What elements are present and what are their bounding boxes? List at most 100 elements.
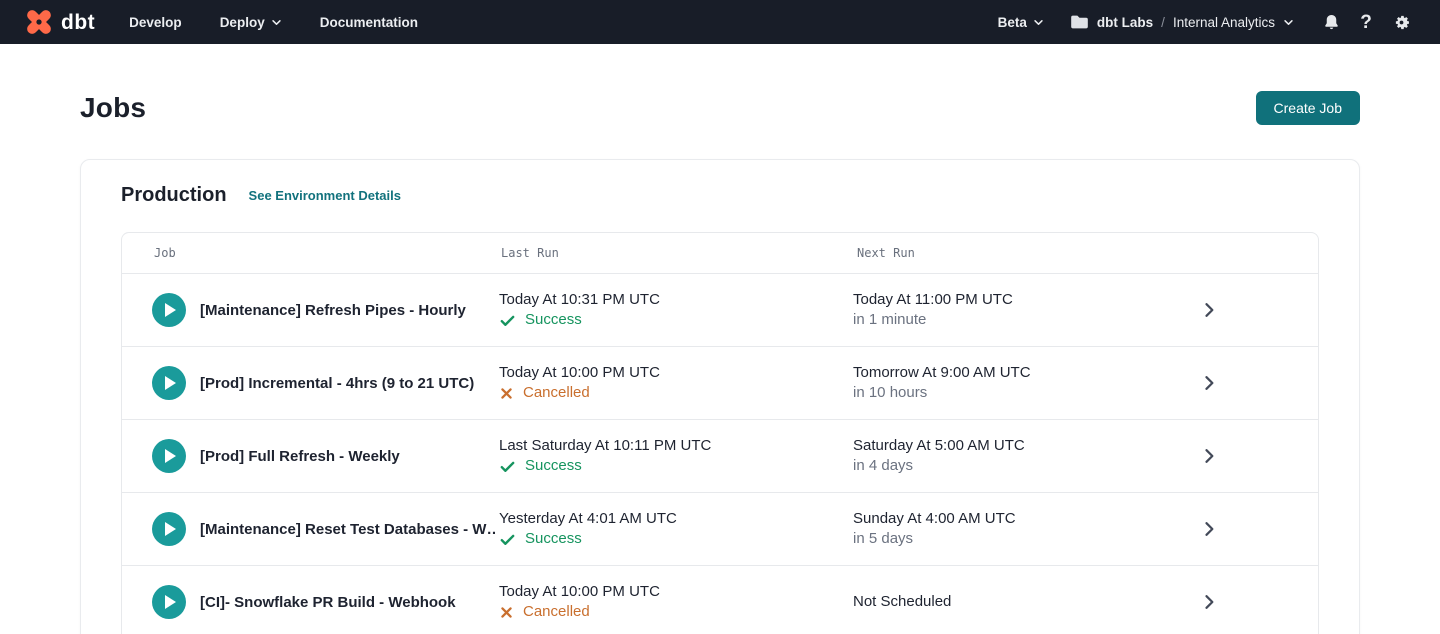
navbar-icon-group: ? [1320,11,1412,33]
next-run-cell: Not Scheduled [853,592,1133,612]
main-nav: Develop Deploy Documentation [129,15,418,30]
row-arrow-cell [1133,592,1318,612]
next-run-time: Today At 11:00 PM UTC [853,290,1133,310]
environment-name: Production [121,184,227,207]
next-run-cell: Saturday At 5:00 AM UTC in 4 days [853,436,1133,476]
play-icon[interactable] [152,585,186,619]
status-label: Success [525,529,582,549]
last-run-status: Success [499,310,853,330]
chevron-down-icon [1033,17,1044,28]
nav-develop[interactable]: Develop [129,15,182,30]
chevron-down-icon [271,17,282,28]
question-mark-icon[interactable]: ? [1355,11,1377,33]
environment-card: Production See Environment Details Job L… [80,159,1360,634]
last-run-status: Success [499,456,853,476]
job-cell: [Maintenance] Reset Test Databases - W… [152,512,499,546]
beta-dropdown[interactable]: Beta [998,15,1044,30]
column-header-last-run: Last Run [501,246,855,260]
next-run-cell: Today At 11:00 PM UTC in 1 minute [853,290,1133,330]
page-header: Jobs Create Job [80,91,1360,125]
play-triangle [165,522,176,536]
row-arrow-cell [1133,519,1318,539]
see-environment-details-link[interactable]: See Environment Details [249,188,401,203]
row-arrow-cell [1133,446,1318,466]
last-run-time: Today At 10:00 PM UTC [499,363,853,383]
next-run-time: Tomorrow At 9:00 AM UTC [853,363,1133,383]
last-run-status: Success [499,529,853,549]
gear-icon[interactable] [1390,11,1412,33]
job-cell: [Maintenance] Refresh Pipes - Hourly [152,293,499,327]
chevron-right-icon[interactable] [1199,300,1219,320]
create-job-button[interactable]: Create Job [1256,91,1360,125]
next-run-relative: in 1 minute [853,310,1133,330]
last-run-cell: Today At 10:00 PM UTC Cancelled [499,363,853,403]
job-row[interactable]: [Maintenance] Refresh Pipes - Hourly Tod… [122,274,1318,347]
chevron-right-icon[interactable] [1199,519,1219,539]
job-row[interactable]: [Prod] Full Refresh - Weekly Last Saturd… [122,420,1318,493]
chevron-right-icon[interactable] [1199,446,1219,466]
table-header-row: Job Last Run Next Run [122,233,1318,274]
nav-deploy-label: Deploy [220,15,265,30]
next-run-time: Sunday At 4:00 AM UTC [853,509,1133,529]
status-label: Success [525,456,582,476]
play-triangle [165,376,176,390]
job-name: [Prod] Full Refresh - Weekly [200,448,495,465]
job-name: [CI]- Snowflake PR Build - Webhook [200,594,495,611]
job-cell: [CI]- Snowflake PR Build - Webhook [152,585,499,619]
dbt-logo-icon [24,7,54,37]
beta-label: Beta [998,15,1027,30]
brand-text: dbt [61,12,95,33]
job-cell: [Prod] Full Refresh - Weekly [152,439,499,473]
dbt-home-link[interactable]: dbt [24,7,95,37]
last-run-cell: Today At 10:31 PM UTC Success [499,290,853,330]
nav-documentation[interactable]: Documentation [320,15,418,30]
jobs-table: Job Last Run Next Run [Maintenance] Refr… [121,232,1319,634]
project-name: Internal Analytics [1173,15,1275,30]
folder-icon [1070,14,1089,30]
job-row[interactable]: [CI]- Snowflake PR Build - Webhook Today… [122,566,1318,634]
nav-develop-label: Develop [129,15,182,30]
check-icon [499,531,516,548]
chevron-right-icon[interactable] [1199,592,1219,612]
last-run-status: Cancelled [499,602,853,622]
next-run-cell: Tomorrow At 9:00 AM UTC in 10 hours [853,363,1133,403]
row-arrow-cell [1133,373,1318,393]
last-run-time: Yesterday At 4:01 AM UTC [499,509,853,529]
next-run-relative: in 10 hours [853,383,1133,403]
last-run-cell: Last Saturday At 10:11 PM UTC Success [499,436,853,476]
breadcrumb-separator: / [1161,15,1165,30]
chevron-right-icon[interactable] [1199,373,1219,393]
bell-icon[interactable] [1320,11,1342,33]
play-icon[interactable] [152,293,186,327]
play-triangle [165,303,176,317]
job-row[interactable]: [Prod] Incremental - 4hrs (9 to 21 UTC) … [122,347,1318,420]
chevron-down-icon [1283,17,1294,28]
x-icon [499,386,514,401]
nav-documentation-label: Documentation [320,15,418,30]
next-run-relative: in 4 days [853,456,1133,476]
job-name: [Maintenance] Refresh Pipes - Hourly [200,302,495,319]
main-content: Jobs Create Job Production See Environme… [0,91,1440,634]
column-header-job: Job [154,246,499,260]
play-icon[interactable] [152,439,186,473]
x-icon [499,605,514,620]
play-icon[interactable] [152,366,186,400]
environment-header: Production See Environment Details [121,184,1319,207]
last-run-status: Cancelled [499,383,853,403]
table-body: [Maintenance] Refresh Pipes - Hourly Tod… [122,274,1318,634]
status-label: Cancelled [523,383,590,403]
job-name: [Maintenance] Reset Test Databases - W… [200,521,495,538]
play-triangle [165,449,176,463]
job-row[interactable]: [Maintenance] Reset Test Databases - W… … [122,493,1318,566]
status-label: Success [525,310,582,330]
nav-deploy[interactable]: Deploy [220,15,282,30]
check-icon [499,458,516,475]
check-icon [499,312,516,329]
next-run-time: Saturday At 5:00 AM UTC [853,436,1133,456]
next-run-cell: Sunday At 4:00 AM UTC in 5 days [853,509,1133,549]
last-run-time: Today At 10:00 PM UTC [499,582,853,602]
status-label: Cancelled [523,602,590,622]
last-run-time: Last Saturday At 10:11 PM UTC [499,436,853,456]
project-switcher[interactable]: dbt Labs / Internal Analytics [1070,14,1294,30]
play-icon[interactable] [152,512,186,546]
